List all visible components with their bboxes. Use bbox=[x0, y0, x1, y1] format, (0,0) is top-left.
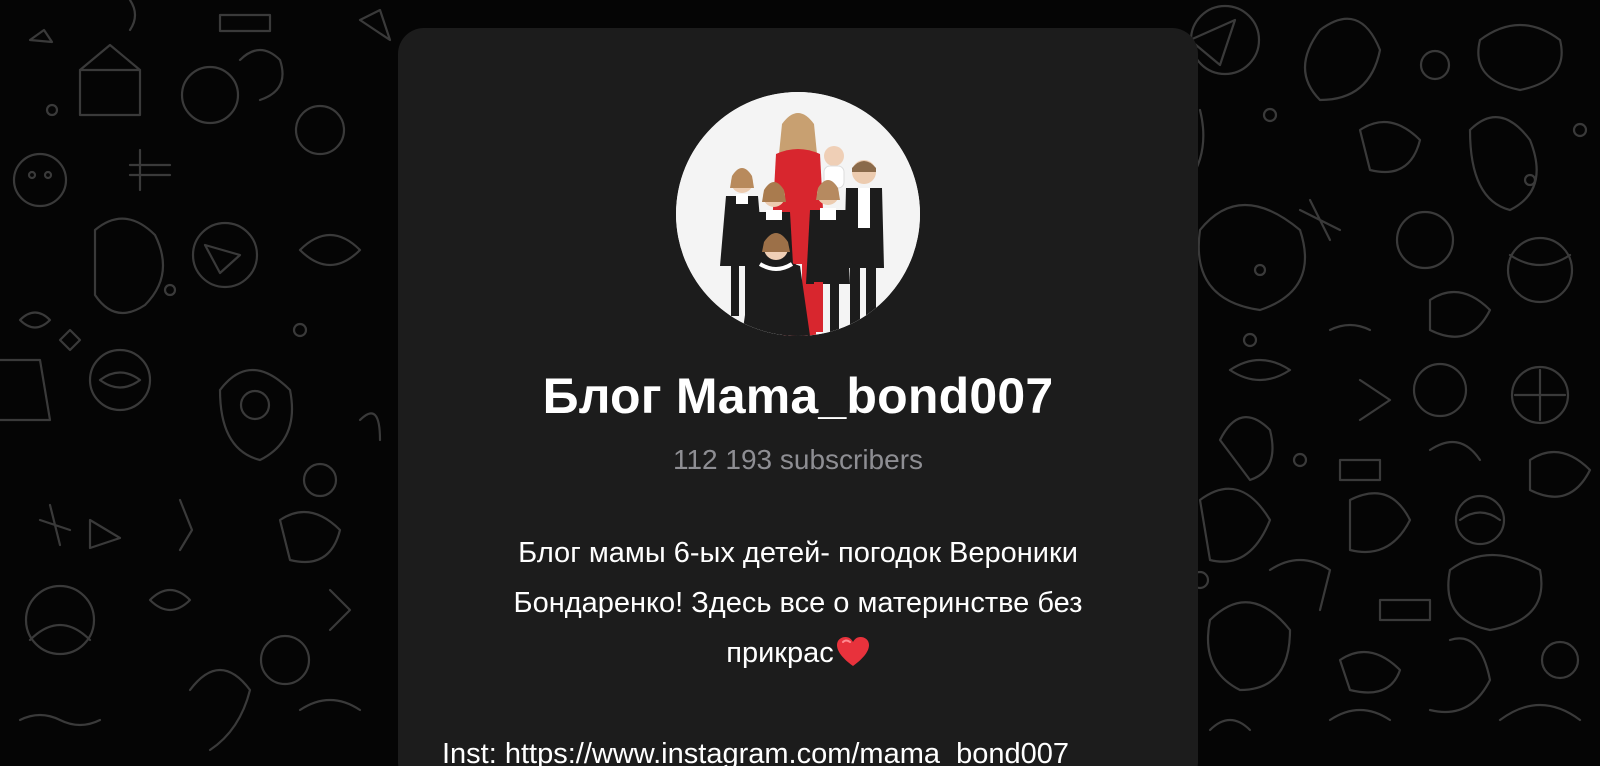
telegram-channel-preview: Блог Mama_bond007 112 193 subscribers Бл… bbox=[0, 0, 1600, 766]
heart-emoji-icon bbox=[836, 637, 869, 666]
family-photo-icon bbox=[676, 92, 920, 336]
channel-card: Блог Mama_bond007 112 193 subscribers Бл… bbox=[398, 28, 1198, 766]
description-text: прикрас bbox=[726, 637, 834, 669]
description-line: прикрас bbox=[458, 628, 1138, 678]
description-line: Бондаренко! Здесь все о материнстве без bbox=[513, 587, 1083, 619]
channel-description: Блог мамы 6-ых детей- погодок Вероники Б… bbox=[458, 528, 1138, 678]
channel-title: Блог Mama_bond007 bbox=[542, 368, 1054, 424]
subscriber-count: 112 193 subscribers bbox=[672, 444, 924, 475]
description-line: Блог мамы 6-ых детей- погодок Вероники bbox=[518, 537, 1078, 569]
channel-avatar[interactable] bbox=[676, 92, 920, 336]
instagram-link[interactable]: Inst: https://www.instagram.com/mama_bon… bbox=[442, 734, 1164, 766]
